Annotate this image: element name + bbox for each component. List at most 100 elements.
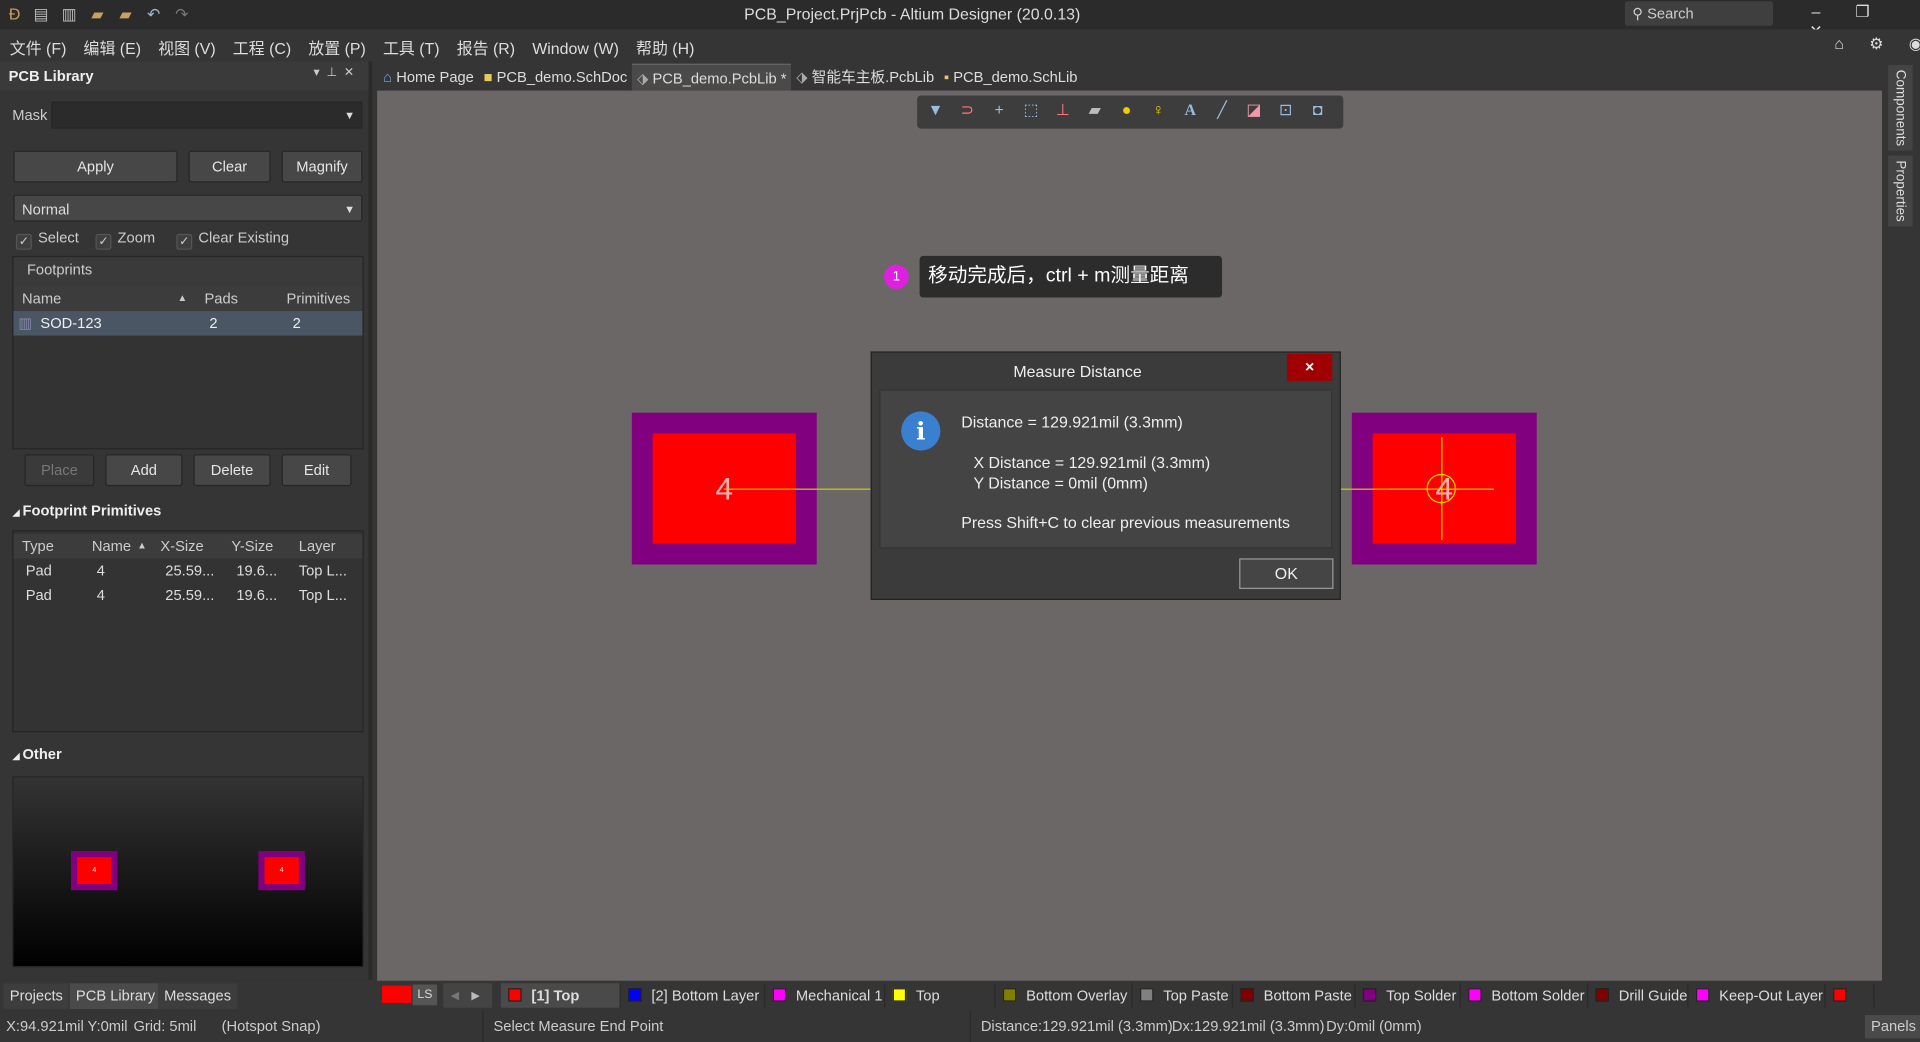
dialog-close-button[interactable]: × [1286, 353, 1333, 381]
tab-schlib[interactable]: ▪ PCB_demo.SchLib [939, 64, 1082, 91]
properties-panel-tab[interactable]: Properties [1888, 155, 1913, 227]
menu-item[interactable]: 文件 (F) [10, 39, 67, 57]
interactive-route-icon[interactable]: ⊃ [951, 96, 983, 125]
layer-tab[interactable]: Mechanical 1 [765, 983, 886, 1008]
filter-icon[interactable]: ▼ [920, 96, 952, 125]
gear-icon[interactable]: ⚙ [1869, 34, 1883, 52]
layer-color-swatch [1833, 988, 1847, 1002]
place-button[interactable]: Place [24, 454, 95, 487]
component-icon[interactable]: ▰ [1079, 96, 1111, 125]
crosshair-icon[interactable]: + [983, 96, 1015, 125]
column-header-name[interactable]: Name [22, 287, 61, 311]
menu-item[interactable]: 视图 (V) [158, 39, 215, 57]
layer-tab[interactable]: Top Paste [1133, 983, 1234, 1008]
primitives-section-header[interactable]: ◢ Footprint Primitives [12, 502, 161, 519]
apply-button[interactable]: Apply [13, 150, 178, 183]
layer-tab[interactable]: Drill [1826, 983, 1875, 1029]
primitive-row[interactable]: Pad 4 25.59... 19.6... Top L... [13, 583, 362, 607]
search-input[interactable]: ⚲ Search [1624, 1, 1774, 26]
tab-home-page[interactable]: ⌂ Home Page [378, 64, 478, 91]
ok-button[interactable]: OK [1239, 558, 1334, 589]
pad-icon[interactable]: ● [1111, 96, 1143, 125]
layer-tab[interactable]: Bottom Paste [1233, 983, 1356, 1008]
clear-button[interactable]: Clear [188, 150, 271, 183]
pin-icon[interactable]: ⊥ [326, 66, 337, 79]
chevron-down-icon[interactable]: ▼ [344, 103, 355, 127]
mask-input[interactable]: ▼ [51, 101, 363, 129]
minimize-icon[interactable]: – [1793, 2, 1840, 20]
home-icon[interactable]: ⌂ [1834, 34, 1844, 52]
add-button[interactable]: Add [105, 454, 183, 487]
step-badge: 1 [884, 264, 909, 289]
restore-icon[interactable]: ❐ [1839, 2, 1886, 22]
zoom-checkbox[interactable]: ✓ Zoom [95, 229, 155, 250]
select-checkbox[interactable]: ✓ Select [15, 229, 79, 250]
pcb-library-tab[interactable]: PCB Library [69, 983, 162, 1009]
mode-select[interactable]: Normal ▼ [13, 194, 363, 222]
layer-scroll[interactable]: ◀ ▶ [443, 983, 493, 1008]
clear-existing-checkbox[interactable]: ✓ Clear Existing [176, 229, 289, 250]
panel-close-icon[interactable]: ✕ [344, 66, 354, 79]
align-icon[interactable]: ⊥ [1047, 96, 1079, 125]
layer-tab[interactable]: [1] Top Layer [500, 983, 621, 1029]
arrow-right-icon[interactable]: ▶ [466, 989, 484, 1001]
column-header-primitives[interactable]: Primitives [287, 287, 351, 311]
arrow-left-icon[interactable]: ◀ [443, 989, 466, 1001]
other-section-header[interactable]: ◢ Other [12, 746, 61, 763]
column-header-layer[interactable]: Layer [299, 534, 336, 558]
layer-set-button[interactable]: LS [412, 984, 438, 1006]
layer-tab[interactable]: Drill Guide [1588, 983, 1689, 1008]
messages-tab[interactable]: Messages [157, 983, 238, 1009]
user-icon[interactable]: ◉▾ [1909, 34, 1920, 52]
panels-button[interactable]: Panels [1864, 1015, 1920, 1039]
measure-icon[interactable]: ◪ [1238, 96, 1270, 125]
column-header-name[interactable]: Name [92, 534, 131, 558]
primitive-cell: Top L... [298, 562, 347, 580]
menu-item[interactable]: 报告 (R) [457, 39, 515, 57]
other-title: Other [22, 745, 62, 763]
line-icon[interactable]: ╱ [1206, 96, 1238, 125]
select-rect-icon[interactable]: ⬚ [1015, 96, 1047, 125]
pcb-canvas[interactable]: ▼ ⊃ + ⬚ ⊥ ▰ ● ♀ A ╱ ◪ ⊡ ◘ 1 移动完成后，ctrl + m测量距离 4 4 M… [377, 90, 1883, 981]
tab-schdoc[interactable]: ■ PCB_demo.SchDoc [479, 64, 632, 91]
text-icon[interactable]: A [1174, 96, 1206, 125]
layer-tab[interactable]: [2] Bottom Layer [621, 983, 766, 1008]
pcb-library-panel: PCB Library ▾ ⊥ ✕ Mask ▼ Apply Clear Mag… [0, 61, 373, 980]
tab-smart-car-pcblib[interactable]: ⬗ 智能车主板.PcbLib [791, 64, 939, 91]
layer-tab[interactable]: Bottom Solder [1461, 983, 1589, 1008]
primitive-row[interactable]: Pad 4 25.59... 19.6... Top L... [13, 558, 362, 582]
primitive-cell: Pad [25, 562, 52, 580]
tab-pcblib-active[interactable]: ⬗ PCB_demo.PcbLib * [632, 63, 792, 91]
menu-item[interactable]: 工程 (C) [233, 39, 291, 57]
column-header-pads[interactable]: Pads [204, 287, 238, 311]
column-header-type[interactable]: Type [22, 534, 54, 558]
column-header-y-size[interactable]: Y-Size [231, 534, 273, 558]
magnify-button[interactable]: Magnify [281, 150, 363, 183]
edit-button[interactable]: Edit [281, 454, 352, 487]
menu-item[interactable]: 工具 (T) [383, 39, 440, 57]
current-layer-swatch[interactable] [382, 985, 412, 1003]
layer-tab[interactable]: Top Overlay [885, 983, 996, 1029]
layer-tab[interactable]: Bottom Overlay [996, 983, 1133, 1008]
region-icon[interactable]: ◘ [1302, 96, 1334, 125]
column-header-x-size[interactable]: X-Size [160, 534, 203, 558]
delete-button[interactable]: Delete [193, 454, 271, 487]
panel-menu-icon[interactable]: ▾ [313, 66, 319, 79]
menu-item[interactable]: 编辑 (E) [84, 39, 141, 57]
dimension-icon[interactable]: ⊡ [1270, 96, 1302, 125]
via-icon[interactable]: ♀ [1142, 96, 1174, 125]
tab-label: PCB_demo.SchDoc [496, 68, 628, 86]
projects-tab[interactable]: Projects [3, 983, 70, 1009]
annotation-callout: 移动完成后，ctrl + m测量距离 [919, 255, 1223, 298]
schdoc-icon: ■ [483, 68, 493, 86]
dialog-title: Measure Distance [1013, 362, 1142, 381]
menu-item[interactable]: Window (W) [532, 39, 619, 57]
footprint-row[interactable]: ▥ SOD-123 2 2 [13, 311, 363, 336]
menu-item[interactable]: 帮助 (H) [636, 39, 694, 57]
layer-name: Top Paste [1163, 986, 1229, 1005]
layer-tab[interactable]: Top Solder [1356, 983, 1461, 1008]
cursor-coordinates: X:94.921mil Y:0mil [6, 1017, 128, 1035]
menu-item[interactable]: 放置 (P) [308, 39, 365, 57]
components-panel-tab[interactable]: Components [1888, 64, 1913, 151]
layer-tab[interactable]: Keep-Out Layer [1689, 983, 1826, 1008]
